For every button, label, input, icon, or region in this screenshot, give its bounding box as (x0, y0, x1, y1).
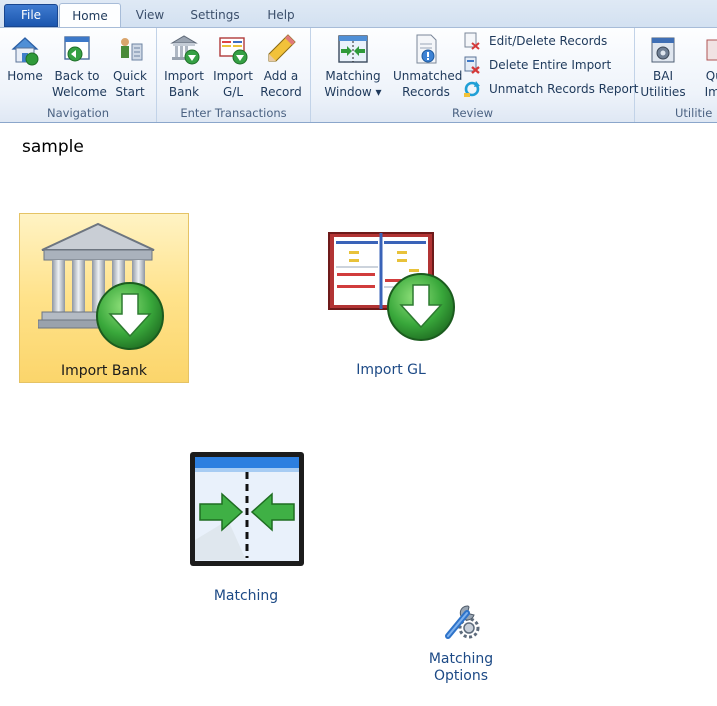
import-bank-tile-label: Import Bank (60, 363, 148, 379)
quick-import-icon (706, 39, 717, 61)
ribbon-import-gl-button[interactable]: Import G/L (208, 32, 258, 100)
unmatched-records-icon (416, 34, 437, 64)
enter-transactions-group-caption: Enter Transactions (180, 106, 287, 120)
quick-import-button[interactable]: Qui Imp (691, 32, 717, 100)
edit-delete-icon (464, 32, 480, 50)
home-button[interactable]: Home (0, 32, 50, 84)
tab-settings[interactable]: Settings (182, 3, 248, 27)
ribbon-import-bank-label: Import Bank (164, 69, 204, 99)
delete-entire-import-label: Delete Entire Import (489, 58, 612, 72)
matching-window-label: Matching Window ▾ (324, 69, 382, 99)
home-button-label: Home (7, 69, 43, 83)
ledger-import-icon (219, 37, 248, 65)
ribbon: Home Back to Welcome Quick Start Navigat… (0, 27, 717, 123)
ledger-import-icon (328, 232, 455, 341)
bai-utilities-icon (651, 37, 675, 63)
unmatched-records-label: Unmatched Records (393, 69, 463, 99)
bank-import-icon (170, 35, 200, 65)
tab-file[interactable]: File (4, 4, 58, 27)
review-group-caption: Review (451, 106, 494, 120)
ribbon-import-bank-button[interactable]: Import Bank (159, 32, 209, 100)
quick-start-label: Quick Start (113, 69, 147, 99)
delete-import-icon (464, 56, 480, 74)
tab-view[interactable]: View (127, 3, 173, 27)
unmatch-records-report-button[interactable]: Unmatch Records Report (462, 78, 638, 100)
pencil-icon (268, 34, 296, 62)
ribbon-import-gl-label: Import G/L (213, 69, 253, 99)
tab-home[interactable]: Home (59, 3, 121, 28)
tab-help[interactable]: Help (259, 3, 303, 27)
quick-start-button[interactable]: Quick Start (105, 32, 155, 100)
refresh-icon (464, 81, 480, 97)
bank-import-icon (38, 222, 164, 350)
import-gl-tile-label: Import GL (356, 362, 426, 378)
matching-options-tile[interactable]: Matching Options (418, 598, 504, 690)
page-title: sample (22, 137, 84, 157)
back-to-welcome-label: Back to Welcome (52, 69, 107, 99)
matching-window-icon (190, 452, 304, 566)
delete-entire-import-button[interactable]: Delete Entire Import (462, 54, 632, 76)
navigation-group-caption: Navigation (46, 106, 110, 120)
matching-window-icon (338, 35, 368, 63)
add-record-button[interactable]: Add a Record (256, 32, 306, 100)
ribbon-group-navigation: Home Back to Welcome Quick Start Navigat… (0, 28, 157, 122)
edit-delete-records-button[interactable]: Edit/Delete Records (462, 30, 632, 52)
back-to-welcome-button[interactable]: Back to Welcome (52, 32, 107, 100)
back-window-icon (64, 36, 90, 62)
bai-utilities-label: BAI Utilities (640, 69, 686, 99)
utilities-group-caption: Utilitie (675, 106, 713, 120)
quick-import-label: Qui Imp (704, 69, 717, 99)
ribbon-group-utilities: BAI Utilities Qui Imp Utilitie (635, 28, 717, 122)
house-icon (11, 37, 39, 66)
quick-start-icon (121, 38, 143, 61)
bai-utilities-button[interactable]: BAI Utilities (638, 32, 688, 100)
matching-options-tile-label: Matching Options (428, 651, 494, 684)
matching-tile-label: Matching (213, 588, 279, 604)
ribbon-group-enter-transactions: Import Bank Import G/L Add a Record Ente… (157, 28, 311, 122)
unmatched-records-button[interactable]: Unmatched Records (393, 32, 463, 100)
ribbon-tab-strip: File Home View Settings Help (0, 0, 717, 28)
import-gl-tile[interactable]: Import GL (315, 213, 467, 381)
add-record-label: Add a Record (260, 69, 302, 99)
edit-delete-records-label: Edit/Delete Records (489, 34, 608, 48)
matching-window-button[interactable]: Matching Window ▾ (323, 32, 383, 100)
wrench-gear-icon (445, 605, 480, 639)
import-bank-tile[interactable]: Import Bank (19, 213, 189, 383)
matching-tile[interactable]: Matching (172, 448, 320, 608)
unmatch-records-report-label: Unmatch Records Report (489, 82, 639, 96)
